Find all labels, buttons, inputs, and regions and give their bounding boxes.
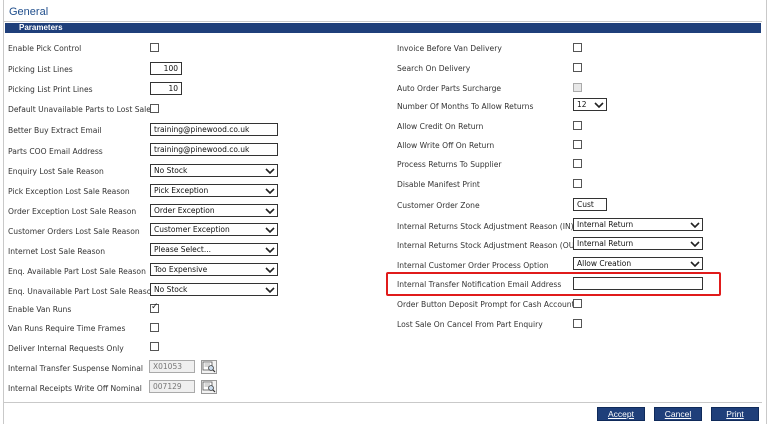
- van-runs-time-frames-label: Van Runs Require Time Frames: [8, 324, 126, 333]
- default-unavailable-checkbox[interactable]: [150, 104, 159, 113]
- enquiry-lost-sale-select[interactable]: No Stock: [150, 164, 278, 177]
- months-allow-returns-label: Number Of Months To Allow Returns: [397, 102, 534, 111]
- returns-adj-in-value: Internal Return: [577, 220, 634, 229]
- auto-order-surcharge-label: Auto Order Parts Surcharge: [397, 84, 502, 93]
- enq-available-select[interactable]: Too Expensive: [150, 263, 278, 276]
- process-returns-supplier-checkbox[interactable]: [573, 159, 582, 168]
- search-lookup-icon: [202, 361, 216, 373]
- search-on-delivery-checkbox[interactable]: [573, 63, 582, 72]
- chevron-down-icon: [265, 188, 275, 195]
- internet-lost-sale-select[interactable]: Please Select...: [150, 243, 278, 256]
- internal-transfer-suspense-lookup[interactable]: [201, 360, 217, 374]
- default-unavailable-label: Default Unavailable Parts to Lost Sale: [8, 105, 151, 114]
- cancel-button[interactable]: Cancel: [654, 407, 702, 421]
- order-exception-select[interactable]: Order Exception: [150, 204, 278, 217]
- pick-exception-value: Pick Exception: [154, 186, 209, 195]
- picking-list-print-lines-label: Picking List Print Lines: [8, 85, 93, 94]
- invoice-before-van-checkbox[interactable]: [573, 43, 582, 52]
- search-lookup-icon: [202, 381, 216, 393]
- transfer-notification-email-label: Internal Transfer Notification Email Add…: [397, 280, 562, 289]
- internal-receipts-write-off-input[interactable]: 007129: [149, 380, 195, 393]
- enq-unavailable-select[interactable]: No Stock: [150, 283, 278, 296]
- enq-unavailable-label: Enq. Unavailable Part Lost Sale Reason: [8, 287, 157, 296]
- customer-order-process-value: Allow Creation: [577, 259, 632, 268]
- returns-adj-out-label: Internal Returns Stock Adjustment Reason…: [397, 241, 582, 250]
- returns-adj-in-label: Internal Returns Stock Adjustment Reason…: [397, 222, 574, 231]
- enquiry-lost-sale-value: No Stock: [154, 166, 188, 175]
- customer-order-process-select[interactable]: Allow Creation: [573, 257, 703, 270]
- order-button-deposit-checkbox[interactable]: [573, 299, 582, 308]
- search-on-delivery-label: Search On Delivery: [397, 64, 471, 73]
- disable-manifest-print-checkbox[interactable]: [573, 179, 582, 188]
- allow-write-off-return-label: Allow Write Off On Return: [397, 141, 495, 150]
- order-exception-value: Order Exception: [154, 206, 215, 215]
- process-returns-supplier-label: Process Returns To Supplier: [397, 160, 502, 169]
- allow-credit-return-checkbox[interactable]: [573, 121, 582, 130]
- allow-credit-return-label: Allow Credit On Return: [397, 122, 484, 131]
- internal-transfer-suspense-label: Internal Transfer Suspense Nominal: [8, 364, 143, 373]
- customer-orders-value: Customer Exception: [154, 225, 230, 234]
- enq-unavailable-value: No Stock: [154, 285, 188, 294]
- picking-list-lines-label: Picking List Lines: [8, 65, 73, 74]
- order-exception-label: Order Exception Lost Sale Reason: [8, 207, 137, 216]
- auto-order-surcharge-checkbox[interactable]: [573, 83, 582, 92]
- enq-available-value: Too Expensive: [154, 265, 208, 274]
- better-buy-email-input[interactable]: training@pinewood.co.uk: [150, 123, 278, 136]
- months-allow-returns-select[interactable]: 12: [573, 98, 607, 111]
- allow-write-off-return-checkbox[interactable]: [573, 140, 582, 149]
- deliver-internal-checkbox[interactable]: [150, 342, 159, 351]
- customer-orders-label: Customer Orders Lost Sale Reason: [8, 227, 140, 236]
- returns-adj-in-select[interactable]: Internal Return: [573, 218, 703, 231]
- chevron-down-icon: [265, 168, 275, 175]
- deliver-internal-label: Deliver Internal Requests Only: [8, 344, 124, 353]
- picking-list-print-lines-input[interactable]: 10: [150, 82, 182, 95]
- chevron-down-icon: [265, 247, 275, 254]
- customer-order-process-label: Internal Customer Order Process Option: [397, 261, 549, 270]
- parts-coo-email-label: Parts COO Email Address: [8, 147, 103, 156]
- chevron-down-icon: [690, 241, 700, 248]
- customer-order-zone-label: Customer Order Zone: [397, 201, 480, 210]
- print-button[interactable]: Print: [711, 407, 759, 421]
- internal-receipts-write-off-label: Internal Receipts Write Off Nominal: [8, 384, 142, 393]
- van-runs-time-frames-checkbox[interactable]: [150, 323, 159, 332]
- lost-sale-on-cancel-label: Lost Sale On Cancel From Part Enquiry: [397, 320, 543, 329]
- parts-coo-email-input[interactable]: training@pinewood.co.uk: [150, 143, 278, 156]
- chevron-down-icon: [265, 287, 275, 294]
- page-title: General: [9, 6, 49, 18]
- pick-exception-label: Pick Exception Lost Sale Reason: [8, 187, 130, 196]
- chevron-down-icon: [265, 208, 275, 215]
- internet-lost-sale-value: Please Select...: [154, 245, 212, 254]
- title-divider: [4, 21, 762, 22]
- enable-pick-control-checkbox[interactable]: [150, 43, 159, 52]
- internet-lost-sale-label: Internet Lost Sale Reason: [8, 247, 106, 256]
- accept-button[interactable]: Accept: [597, 407, 645, 421]
- chevron-down-icon: [690, 261, 700, 268]
- chevron-down-icon: [265, 267, 275, 274]
- order-button-deposit-label: Order Button Deposit Prompt for Cash Acc…: [397, 300, 579, 309]
- returns-adj-out-select[interactable]: Internal Return: [573, 237, 703, 250]
- enable-van-runs-label: Enable Van Runs: [8, 305, 72, 314]
- enquiry-lost-sale-label: Enquiry Lost Sale Reason: [8, 167, 104, 176]
- customer-orders-select[interactable]: Customer Exception: [150, 223, 278, 236]
- invoice-before-van-label: Invoice Before Van Delivery: [397, 44, 502, 53]
- picking-list-lines-input[interactable]: 100: [150, 62, 182, 75]
- chevron-down-icon: [265, 227, 275, 234]
- transfer-notification-email-input[interactable]: [573, 277, 703, 290]
- enable-van-runs-checkbox[interactable]: [150, 302, 159, 313]
- chevron-down-icon: [594, 102, 604, 109]
- internal-transfer-suspense-input[interactable]: X01053: [149, 360, 195, 373]
- enq-available-label: Enq. Available Part Lost Sale Reason: [8, 267, 146, 276]
- footer-divider: [4, 402, 762, 403]
- chevron-down-icon: [690, 222, 700, 229]
- section-header: Parameters: [5, 23, 761, 33]
- internal-receipts-write-off-lookup[interactable]: [201, 380, 217, 394]
- disable-manifest-print-label: Disable Manifest Print: [397, 180, 480, 189]
- better-buy-email-label: Better Buy Extract Email: [8, 126, 102, 135]
- enable-pick-control-label: Enable Pick Control: [8, 44, 82, 53]
- pick-exception-select[interactable]: Pick Exception: [150, 184, 278, 197]
- months-allow-returns-value: 12: [577, 100, 587, 109]
- returns-adj-out-value: Internal Return: [577, 239, 634, 248]
- lost-sale-on-cancel-checkbox[interactable]: [573, 319, 582, 328]
- customer-order-zone-input[interactable]: Cust: [573, 198, 607, 211]
